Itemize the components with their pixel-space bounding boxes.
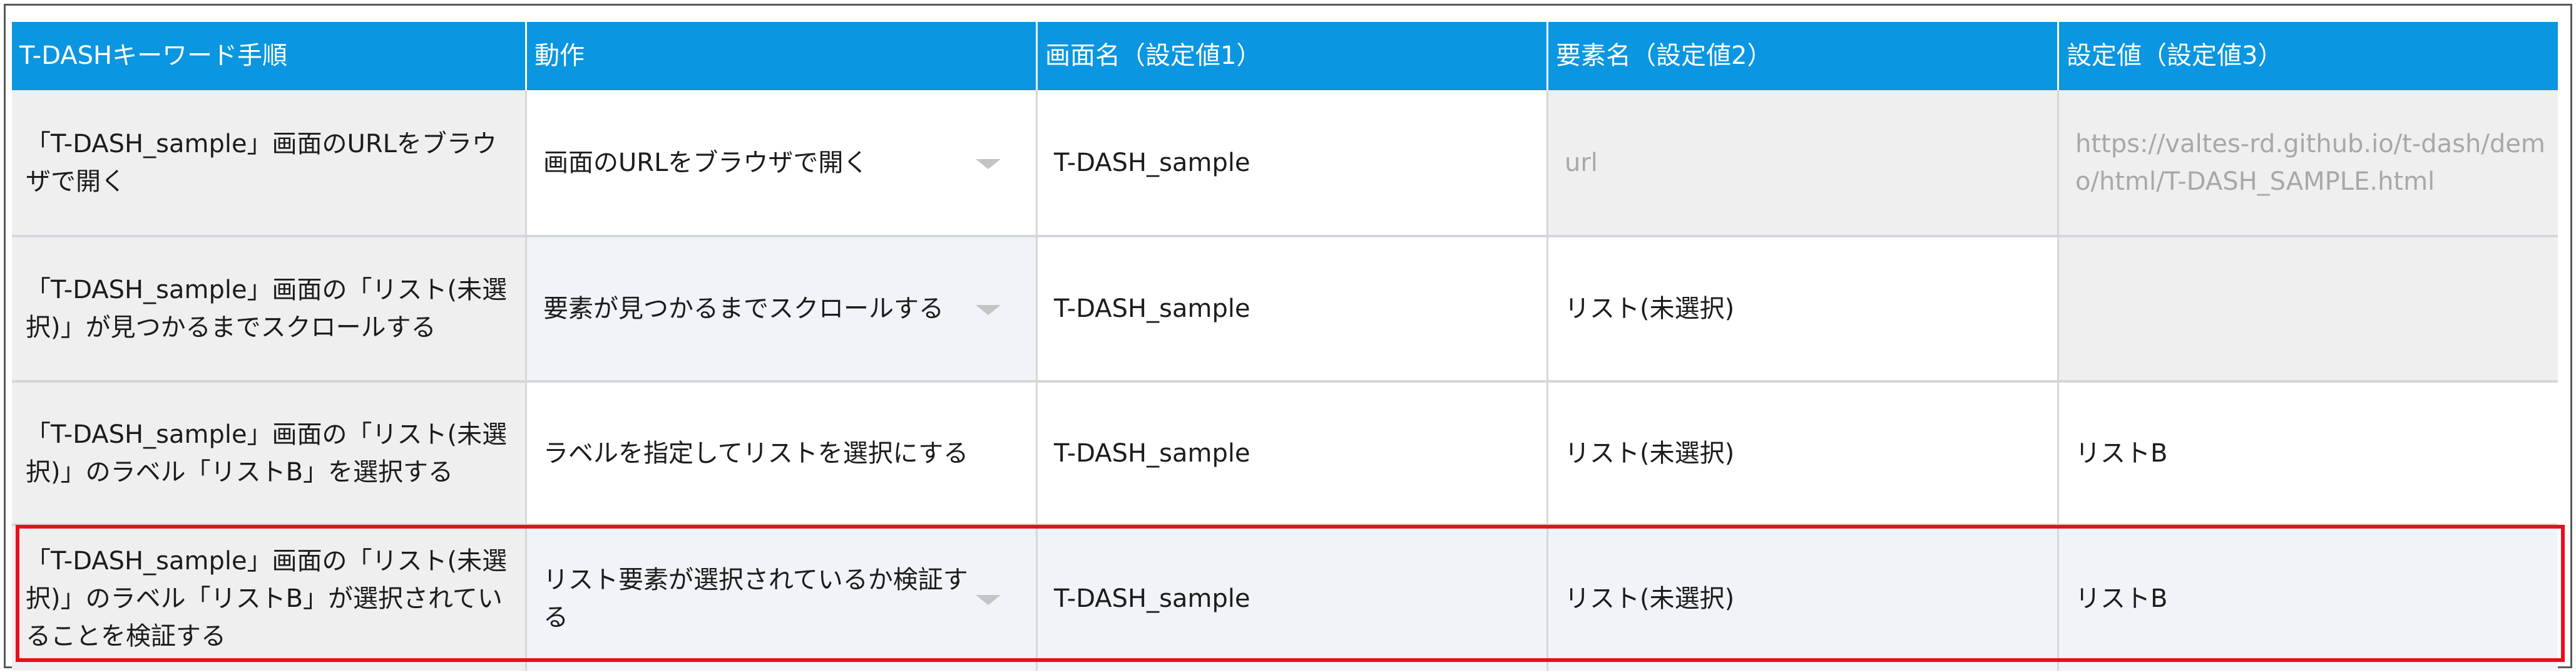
step-cell: 「T-DASH_sample」画面のURLをブラウザで開く: [12, 90, 527, 235]
screen-cell[interactable]: T-DASH_sample: [1038, 526, 1548, 671]
table-header: T-DASHキーワード手順 動作 画面名（設定値1） 要素名（設定値2） 設定値…: [12, 22, 2558, 90]
value-text: リストB: [2075, 584, 2168, 613]
screen-text: T-DASH_sample: [1054, 294, 1250, 323]
screen-text: T-DASH_sample: [1054, 438, 1250, 468]
element-cell[interactable]: url: [1548, 90, 2059, 235]
header-element[interactable]: 要素名（設定値2）: [1548, 22, 2059, 90]
action-dropdown[interactable]: 要素が見つかるまでスクロールする: [527, 237, 1038, 380]
value-cell[interactable]: https://valtes-rd.github.io/t-dash/demo/…: [2059, 90, 2558, 235]
element-text: リスト(未選択): [1565, 438, 1735, 468]
element-text: リスト(未選択): [1565, 584, 1735, 613]
action-text: 画面のURLをブラウザで開く: [543, 148, 869, 177]
screen-cell[interactable]: T-DASH_sample: [1038, 237, 1548, 380]
step-cell: 「T-DASH_sample」画面の「リスト(未選択)」が見つかるまでスクロール…: [12, 237, 527, 380]
screen-cell[interactable]: T-DASH_sample: [1038, 383, 1548, 524]
header-screen[interactable]: 画面名（設定値1）: [1038, 22, 1548, 90]
value-text: https://valtes-rd.github.io/t-dash/demo/…: [2075, 129, 2545, 196]
table-row: 「T-DASH_sample」画面のURLをブラウザで開く 画面のURLをブラウ…: [12, 90, 2558, 237]
header-step[interactable]: T-DASHキーワード手順: [12, 22, 527, 90]
value-cell[interactable]: リストB: [2059, 526, 2558, 671]
window-frame: T-DASHキーワード手順 動作 画面名（設定値1） 要素名（設定値2） 設定値…: [4, 4, 2572, 671]
action-text: 要素が見つかるまでスクロールする: [543, 294, 944, 323]
screen-cell[interactable]: T-DASH_sample: [1038, 90, 1548, 235]
action-dropdown[interactable]: リスト要素が選択されているか検証する: [527, 526, 1038, 671]
element-cell[interactable]: リスト(未選択): [1548, 237, 2059, 380]
value-cell[interactable]: [2059, 237, 2558, 380]
screen-text: T-DASH_sample: [1054, 148, 1250, 177]
step-cell: 「T-DASH_sample」画面の「リスト(未選択)」のラベル「リストB」が選…: [12, 526, 527, 671]
value-text: リストB: [2075, 438, 2168, 468]
action-dropdown[interactable]: 画面のURLをブラウザで開く: [527, 90, 1038, 235]
element-text: リスト(未選択): [1565, 294, 1735, 323]
action-text: リスト要素が選択されているか検証する: [543, 565, 968, 632]
table-row: 「T-DASH_sample」画面の「リスト(未選択)」のラベル「リストB」を選…: [12, 383, 2558, 526]
screen-text: T-DASH_sample: [1054, 584, 1250, 613]
step-text: 「T-DASH_sample」画面の「リスト(未選択)」が見つかるまでスクロール…: [26, 276, 508, 342]
element-text: url: [1565, 148, 1598, 177]
step-text: 「T-DASH_sample」画面の「リスト(未選択)」のラベル「リストB」を選…: [26, 420, 508, 487]
header-action[interactable]: 動作: [527, 22, 1038, 90]
value-cell[interactable]: リストB: [2059, 383, 2558, 524]
element-cell[interactable]: リスト(未選択): [1548, 383, 2059, 524]
table-row: 「T-DASH_sample」画面の「リスト(未選択)」が見つかるまでスクロール…: [12, 237, 2558, 383]
header-value[interactable]: 設定値（設定値3）: [2059, 22, 2558, 90]
step-text: 「T-DASH_sample」画面の「リスト(未選択)」のラベル「リストB」が選…: [26, 546, 508, 651]
chevron-down-icon[interactable]: [976, 305, 1001, 315]
chevron-down-icon[interactable]: [976, 594, 1001, 605]
table-row: 「T-DASH_sample」画面の「リスト(未選択)」のラベル「リストB」が選…: [12, 526, 2558, 671]
step-cell: 「T-DASH_sample」画面の「リスト(未選択)」のラベル「リストB」を選…: [12, 383, 527, 524]
element-cell[interactable]: リスト(未選択): [1548, 526, 2059, 671]
chevron-down-icon[interactable]: [976, 158, 1001, 169]
action-dropdown[interactable]: ラベルを指定してリストを選択にする: [527, 383, 1038, 524]
step-text: 「T-DASH_sample」画面のURLをブラウザで開く: [26, 129, 497, 196]
action-text: ラベルを指定してリストを選択にする: [543, 438, 969, 468]
keyword-steps-table: T-DASHキーワード手順 動作 画面名（設定値1） 要素名（設定値2） 設定値…: [12, 12, 2558, 671]
